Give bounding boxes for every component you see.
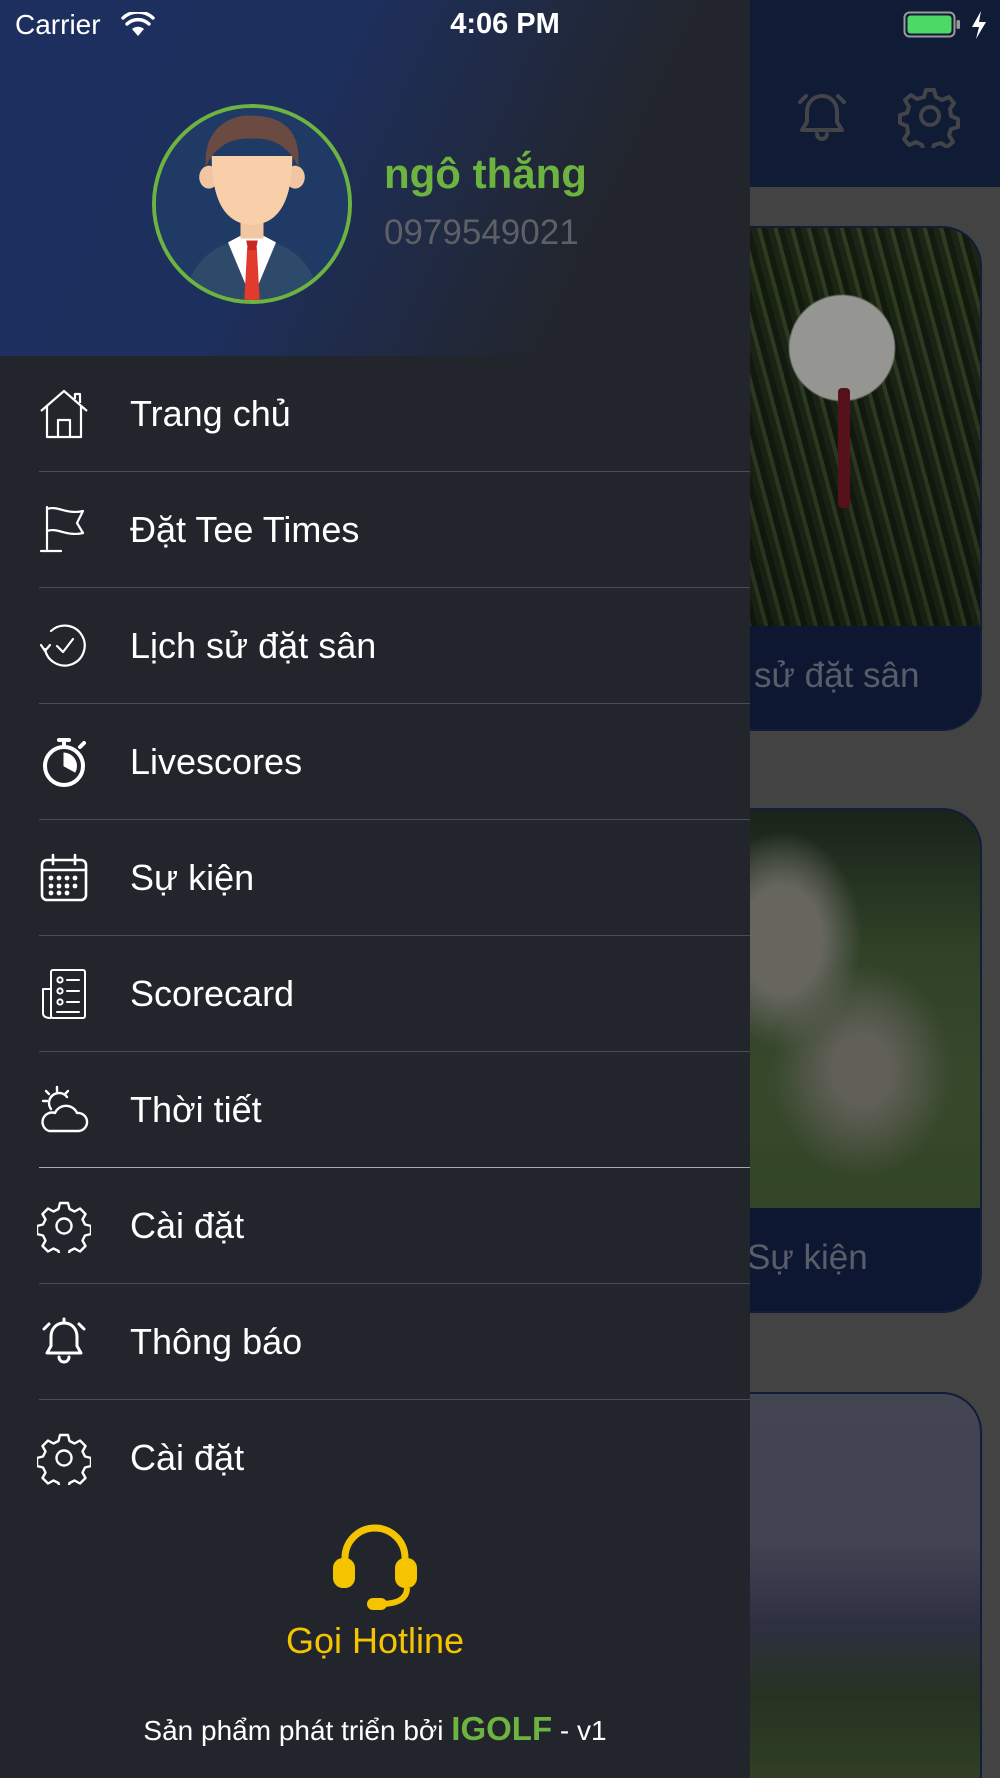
- menu-item-notifications[interactable]: Thông báo: [0, 1284, 750, 1400]
- charging-bolt-icon: [972, 11, 986, 39]
- menu-item-tee-times[interactable]: Đặt Tee Times: [0, 472, 750, 588]
- menu-item-label: Trang chủ: [130, 393, 291, 434]
- brand-name: IGOLF: [451, 1710, 553, 1747]
- stopwatch-icon: [36, 734, 92, 790]
- footer-suffix: - v1: [552, 1715, 607, 1746]
- menu-item-livescores[interactable]: Livescores: [0, 704, 750, 820]
- user-phone: 0979549021: [384, 213, 579, 252]
- avatar[interactable]: [152, 104, 352, 304]
- menu-item-scorecard[interactable]: Scorecard: [0, 936, 750, 1052]
- battery-icon: [903, 11, 960, 38]
- gear-icon: [36, 1198, 92, 1254]
- menu-item-label: Scorecard: [130, 973, 295, 1014]
- menu-item-events[interactable]: Sự kiện: [0, 820, 750, 936]
- profile-header: ngô thắng 0979549021: [0, 0, 750, 356]
- menu-item-home[interactable]: Trang chủ: [0, 356, 750, 472]
- history-icon: [36, 618, 92, 674]
- footer-credit: Sản phẩm phát triển bởi IGOLF - v1: [0, 1710, 750, 1748]
- status-bar: Carrier 4:06 PM: [0, 0, 1000, 50]
- menu-item-label: Cài đặt: [130, 1437, 245, 1478]
- menu-item-weather[interactable]: Thời tiết: [0, 1052, 750, 1168]
- drawer-menu: Trang chủ Đặt Tee Times Lịch sử đặt sân: [0, 356, 750, 1516]
- menu-item-label: Thông báo: [130, 1321, 303, 1362]
- footer-prefix: Sản phẩm phát triển bởi: [143, 1715, 452, 1746]
- hotline-label: Gọi Hotline: [285, 1620, 465, 1661]
- menu-item-label: Lịch sử đặt sân: [130, 625, 377, 666]
- scorecard-icon: [36, 966, 92, 1022]
- menu-item-label: Thời tiết: [130, 1089, 262, 1130]
- weather-icon: [36, 1082, 92, 1138]
- businessman-avatar-icon: [156, 108, 348, 300]
- menu-item-settings[interactable]: Cài đặt: [0, 1400, 750, 1516]
- menu-item-label: Đặt Tee Times: [130, 509, 360, 550]
- status-time: 4:06 PM: [450, 8, 560, 40]
- flag-icon: [36, 502, 92, 558]
- headset-icon: [333, 1524, 417, 1610]
- menu-item-label: Livescores: [130, 741, 303, 782]
- side-drawer: ngô thắng 0979549021 Trang chủ Đặt Tee T…: [0, 0, 750, 1778]
- hotline-button[interactable]: Gọi Hotline: [260, 1512, 490, 1662]
- home-icon: [36, 386, 92, 442]
- menu-item-label: Sự kiện: [130, 857, 255, 898]
- menu-item-label: Cài đặt: [130, 1205, 245, 1246]
- gear-icon: [36, 1430, 92, 1486]
- calendar-icon: [36, 850, 92, 906]
- bell-icon: [36, 1314, 92, 1370]
- menu-item-booking-history[interactable]: Lịch sử đặt sân: [0, 588, 750, 704]
- user-name: ngô thắng: [384, 150, 587, 197]
- menu-item-settings[interactable]: Cài đặt: [0, 1168, 750, 1284]
